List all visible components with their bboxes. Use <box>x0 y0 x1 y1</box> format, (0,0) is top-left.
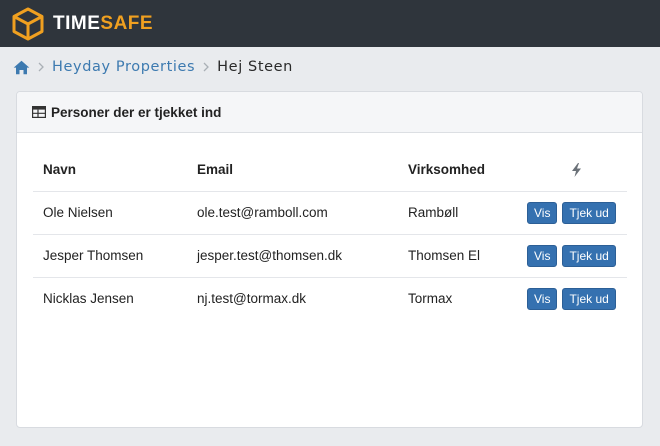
bolt-icon <box>571 163 581 178</box>
checked-in-card: Personer der er tjekket ind Navn Email V… <box>16 91 643 428</box>
view-button[interactable]: Vis <box>527 287 558 310</box>
column-header-email: Email <box>197 149 408 192</box>
chevron-right-icon <box>38 62 44 72</box>
cell-company: Tormax <box>408 291 453 307</box>
breadcrumb-link-heyday-properties[interactable]: Heyday Properties <box>52 59 195 75</box>
table-row: Nicklas Jensen nj.test@tormax.dk Tormax … <box>33 277 627 320</box>
cell-email: ole.test@ramboll.com <box>197 191 408 235</box>
column-header-actions <box>525 149 627 192</box>
check-out-button[interactable]: Tjek ud <box>562 201 616 224</box>
cell-name: Jesper Thomsen <box>33 234 197 278</box>
cell-company: Thomsen El <box>408 234 525 278</box>
table-header-row: Navn Email Virksomhed <box>33 149 627 192</box>
breadcrumb-current: Hej Steen <box>217 59 293 75</box>
cube-logo-icon[interactable] <box>10 6 46 42</box>
column-header-company: Virksomhed <box>408 149 525 192</box>
checked-in-table: Navn Email Virksomhed Ole Nielsen ole.te… <box>33 149 627 320</box>
cell-email: nj.test@tormax.dk <box>197 291 306 307</box>
check-out-button[interactable]: Tjek ud <box>562 244 616 267</box>
cell-email: jesper.test@thomsen.dk <box>197 234 408 278</box>
card-header: Personer der er tjekket ind <box>17 92 642 133</box>
cell-company: Rambøll <box>408 191 525 235</box>
view-button[interactable]: Vis <box>527 201 558 224</box>
home-icon[interactable] <box>13 60 30 75</box>
table-row: Ole Nielsen ole.test@ramboll.com Rambøll… <box>33 191 627 235</box>
brand-name-part1: TIME <box>53 13 101 34</box>
card-title: Personer der er tjekket ind <box>51 104 222 120</box>
table-row: Jesper Thomsen jesper.test@thomsen.dk Th… <box>33 234 627 278</box>
column-header-name: Navn <box>33 149 197 192</box>
top-navbar: TIMESAFE <box>0 0 660 47</box>
breadcrumb: Heyday Properties Hej Steen <box>13 57 293 77</box>
cell-actions: Vis Tjek ud <box>525 277 627 320</box>
chevron-right-icon <box>203 62 210 72</box>
cell-name: Nicklas Jensen <box>43 291 134 307</box>
brand-name-part2: SAFE <box>100 13 154 34</box>
brand-name[interactable]: TIMESAFE <box>53 13 153 35</box>
check-out-button[interactable]: Tjek ud <box>562 287 616 310</box>
cell-actions: Vis Tjek ud <box>525 191 627 235</box>
table-icon <box>32 106 46 118</box>
cell-actions: Vis Tjek ud <box>525 234 627 278</box>
cell-name: Ole Nielsen <box>33 191 197 235</box>
view-button[interactable]: Vis <box>527 244 558 267</box>
